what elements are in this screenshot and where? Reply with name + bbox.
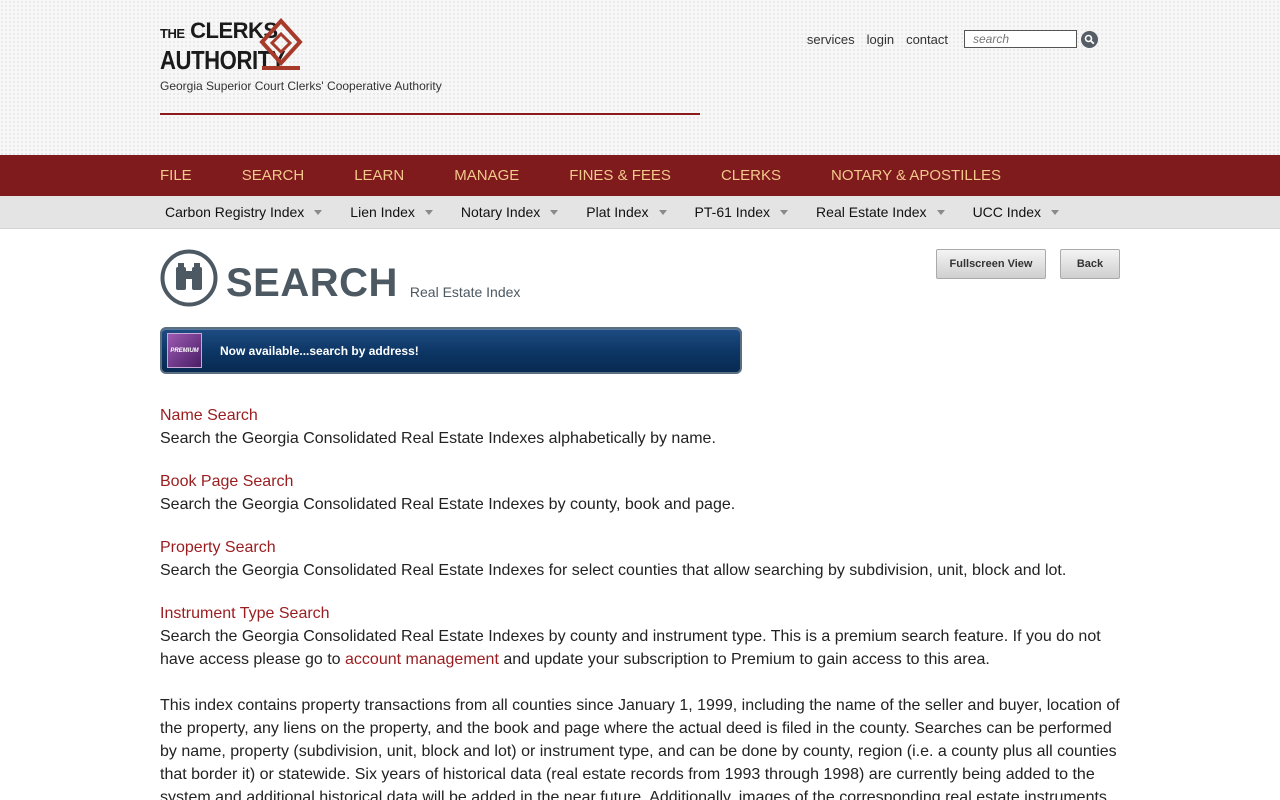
site-header: THE CLERKS AUTHORITY Georgia Superior Co… [0,0,1280,155]
nav-file[interactable]: FILE [160,167,192,184]
address-search-banner[interactable]: PREMIUM Now available...search by addres… [160,327,742,374]
subnav-label: Notary Index [460,204,541,220]
banner-text: Now available...search by address! [220,343,419,358]
nav-clerks[interactable]: CLERKS [721,167,781,184]
subnav-notary[interactable]: Notary Index [460,204,559,220]
caret-down-icon [550,209,559,215]
search-option: Name Search Search the Georgia Consolida… [160,404,1122,450]
binoculars-icon [160,249,218,307]
subnav-label: Real Estate Index [816,204,927,220]
subnav-carbon-registry[interactable]: Carbon Registry Index [165,204,323,220]
page-actions: Fullscreen View Back [936,249,1120,279]
desc-text: and update your subscription to Premium … [503,651,990,668]
logo-diamond-icon [259,18,303,70]
subnav-label: Lien Index [350,204,415,220]
contact-link[interactable]: contact [906,32,948,47]
caret-down-icon [780,209,789,215]
caret-down-icon [936,209,945,215]
site-tagline: Georgia Superior Court Clerks' Cooperati… [160,79,442,93]
subnav-ucc[interactable]: UCC Index [972,204,1060,220]
subnav-label: UCC Index [972,204,1042,220]
search-option: Book Page Search Search the Georgia Cons… [160,470,1122,516]
nav-search[interactable]: SEARCH [242,167,305,184]
caret-down-icon [314,209,323,215]
sub-nav: Carbon Registry Index Lien Index Notary … [0,196,1280,229]
caret-down-icon [658,209,667,215]
subnav-lien[interactable]: Lien Index [350,204,433,220]
fullscreen-view-button[interactable]: Fullscreen View [936,249,1046,279]
subnav-label: Plat Index [586,204,649,220]
property-search-link[interactable]: Property Search [160,536,1122,559]
search-option: Instrument Type Search Search the Georgi… [160,602,1122,671]
instrument-type-search-desc: Search the Georgia Consolidated Real Est… [160,625,1122,671]
index-description: This index contains property transaction… [160,697,1120,800]
login-link[interactable]: login [867,32,894,47]
caret-down-icon [424,209,433,215]
book-page-search-desc: Search the Georgia Consolidated Real Est… [160,496,736,513]
subnav-label: PT-61 Index [694,204,771,220]
search-input[interactable] [964,30,1077,48]
page-subtitle: Real Estate Index [409,284,521,300]
clerks-authority-logo[interactable]: THE CLERKS AUTHORITY [160,18,307,73]
subnav-label: Carbon Registry Index [165,204,305,220]
page-heading: SEARCH Real Estate Index [160,249,520,307]
services-link[interactable]: services [807,32,855,47]
back-button[interactable]: Back [1060,249,1120,279]
search-option: Property Search Search the Georgia Conso… [160,536,1122,582]
nav-fines-fees[interactable]: FINES & FEES [569,167,671,184]
nav-manage[interactable]: MANAGE [454,167,519,184]
header-divider [160,113,700,115]
subnav-plat[interactable]: Plat Index [586,204,667,220]
instrument-type-search-link[interactable]: Instrument Type Search [160,602,1122,625]
magnifier-icon [1084,34,1095,44]
premium-badge-icon: PREMIUM [167,333,202,368]
nav-learn[interactable]: LEARN [354,167,404,184]
nav-notary-apostilles[interactable]: NOTARY & APOSTILLES [831,167,1001,184]
search-options: Name Search Search the Georgia Consolida… [160,404,1122,800]
main-nav: FILE SEARCH LEARN MANAGE FINES & FEES CL… [0,155,1280,196]
utility-nav: services login contact [807,30,1098,48]
property-search-desc: Search the Georgia Consolidated Real Est… [160,562,1067,579]
subnav-pt61[interactable]: PT-61 Index [695,204,789,220]
caret-down-icon [1051,209,1060,215]
subnav-real-estate[interactable]: Real Estate Index [816,204,945,220]
name-search-link[interactable]: Name Search [160,404,1122,427]
name-search-desc: Search the Georgia Consolidated Real Est… [160,430,716,447]
page-title: SEARCH [226,261,398,305]
book-page-search-link[interactable]: Book Page Search [160,470,1122,493]
search-button[interactable] [1081,30,1098,48]
account-management-link[interactable]: account management [345,651,499,668]
